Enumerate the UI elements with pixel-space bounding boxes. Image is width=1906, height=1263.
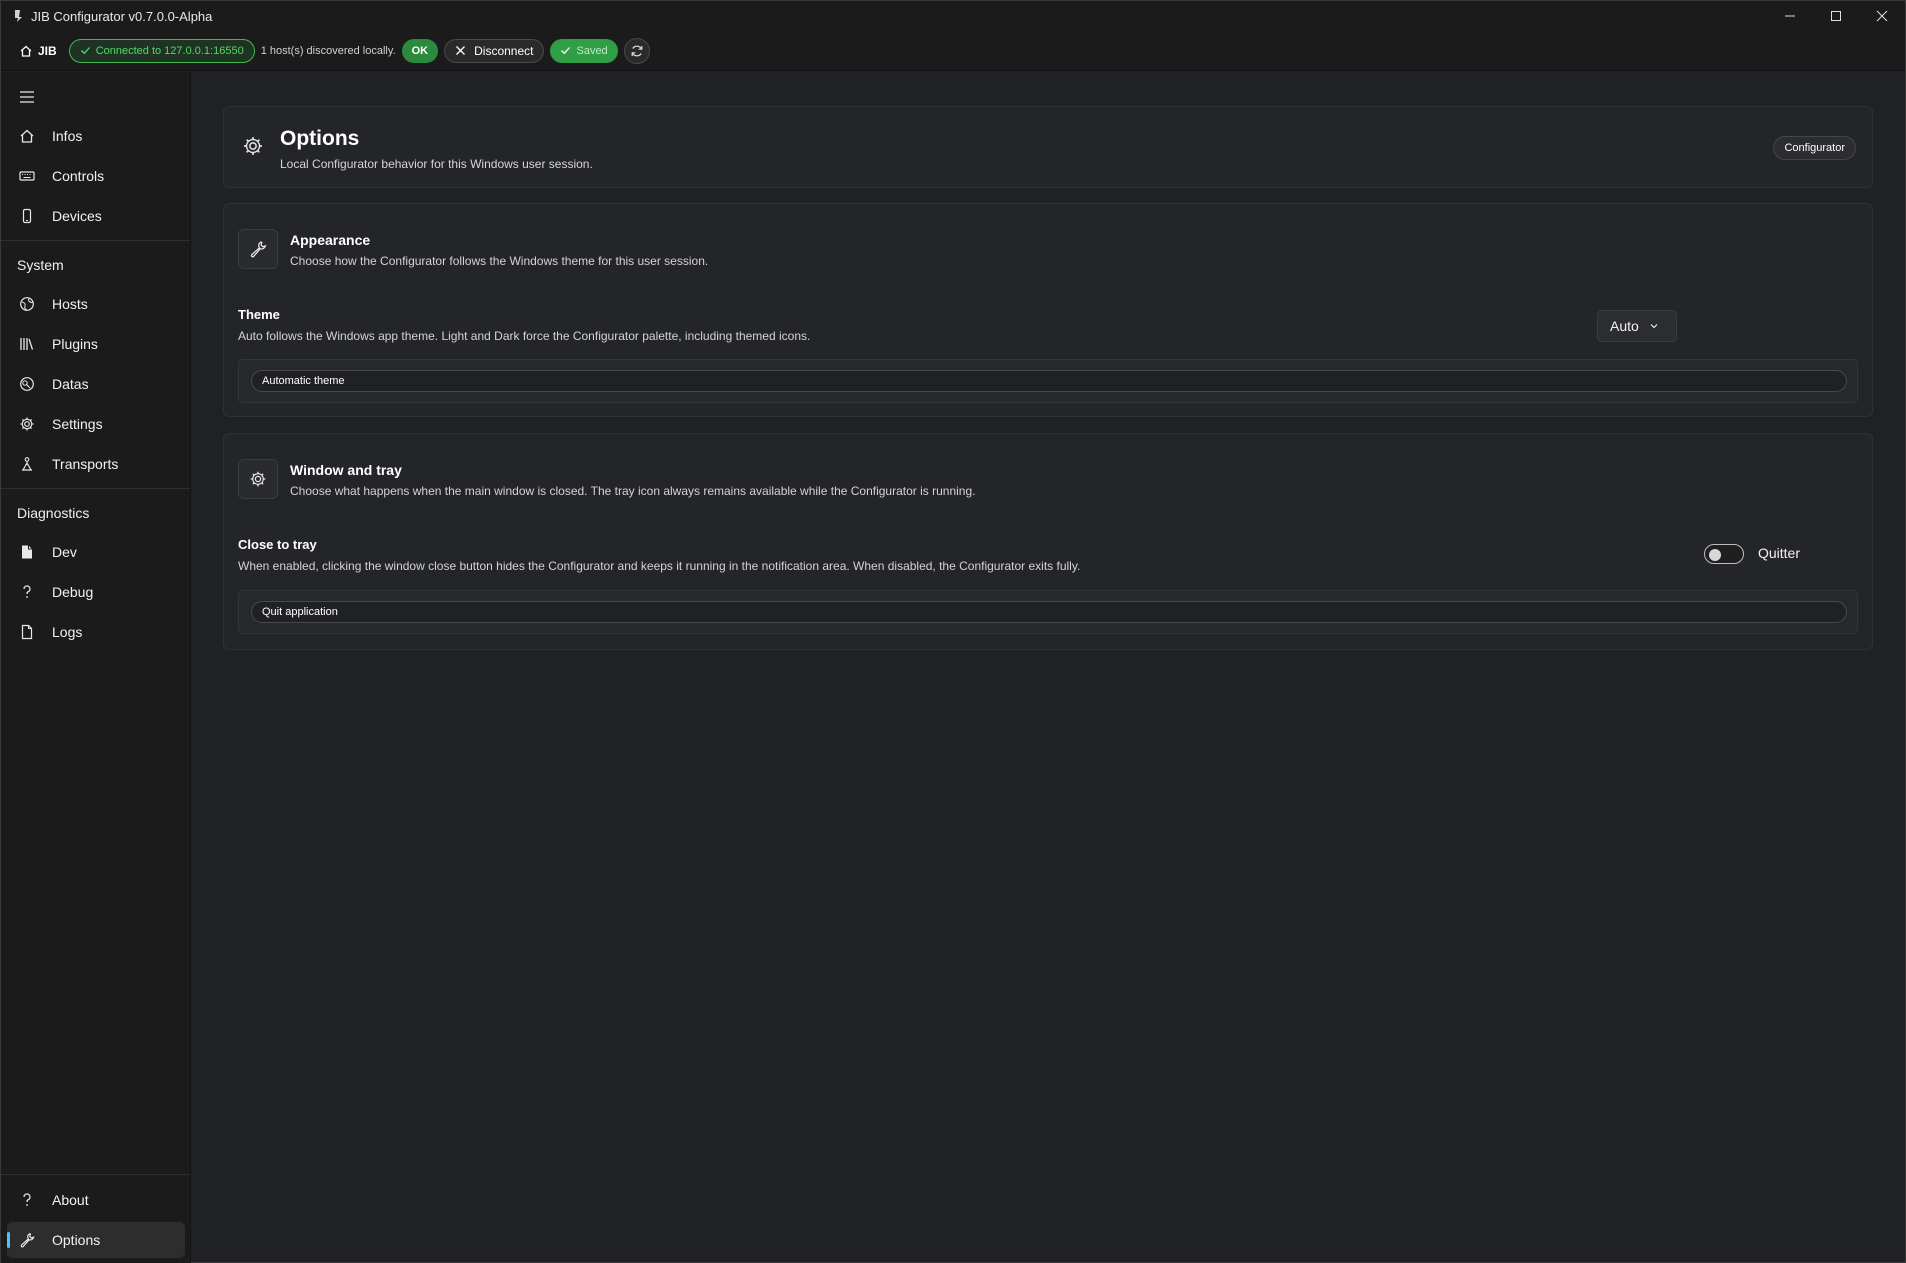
sidebar-item-hosts[interactable]: Hosts <box>7 286 185 322</box>
close-to-tray-title: Close to tray <box>238 537 317 552</box>
configurator-scope-button[interactable]: Configurator <box>1773 136 1856 160</box>
chevron-down-icon <box>1650 324 1658 329</box>
window-controls <box>1767 1 1905 31</box>
globe-icon <box>18 295 36 313</box>
app-window: JIB Configurator v0.7.0.0-Alpha JIB Conn… <box>0 0 1906 1263</box>
appearance-subtitle: Choose how the Configurator follows the … <box>290 254 709 268</box>
sidebar-item-settings[interactable]: Settings <box>7 406 185 442</box>
close-to-tray-toggle[interactable] <box>1704 544 1744 564</box>
document-icon <box>18 543 36 561</box>
maximize-button[interactable] <box>1813 1 1859 31</box>
phone-icon <box>18 207 36 225</box>
sidebar-item-controls[interactable]: Controls <box>7 158 185 194</box>
question-icon <box>18 583 36 601</box>
sidebar-item-transports[interactable]: Transports <box>7 446 185 482</box>
window-title: JIB Configurator v0.7.0.0-Alpha <box>31 8 213 24</box>
home-icon <box>18 127 36 145</box>
close-button[interactable] <box>1859 1 1905 31</box>
sidebar-item-logs[interactable]: Logs <box>7 614 185 650</box>
sidebar-item-options[interactable]: Options <box>7 1222 185 1258</box>
saved-badge: Saved <box>550 38 618 63</box>
window-tray-subtitle: Choose what happens when the main window… <box>290 484 976 498</box>
page-title: Options <box>280 127 360 150</box>
sidebar-item-about[interactable]: About <box>7 1182 185 1218</box>
main-content: Options Local Configurator behavior for … <box>192 72 1905 1262</box>
sidebar-section-system: System <box>17 257 64 273</box>
question-icon <box>18 1191 36 1209</box>
home-label: JIB <box>38 43 57 58</box>
tray-status-text: Quit application <box>251 601 1847 623</box>
theme-status-text: Automatic theme <box>251 370 1847 392</box>
gear-icon <box>238 459 278 499</box>
toggle-knob <box>1709 549 1721 561</box>
discovery-status: 1 host(s) discovered locally. <box>260 44 396 57</box>
minimize-icon <box>1785 15 1795 17</box>
gear-icon <box>240 133 266 159</box>
x-icon <box>456 46 466 55</box>
title-bar: JIB Configurator v0.7.0.0-Alpha <box>1 1 1905 31</box>
theme-dropdown[interactable]: Auto <box>1597 310 1677 342</box>
hamburger-menu-icon[interactable] <box>19 90 35 104</box>
connection-label: Connected to 127.0.0.1:16550 <box>95 44 244 57</box>
wrench-icon <box>18 1231 36 1249</box>
appearance-title: Appearance <box>290 232 371 248</box>
refresh-button[interactable] <box>623 37 650 64</box>
check-icon <box>80 47 90 55</box>
page-header-card: Options Local Configurator behavior for … <box>223 106 1873 188</box>
minimize-button[interactable] <box>1767 1 1813 31</box>
home-icon <box>20 45 32 57</box>
theme-setting-description: Auto follows the Windows app theme. Ligh… <box>238 329 811 343</box>
database-icon <box>18 375 36 393</box>
home-button[interactable]: JIB <box>19 44 57 58</box>
theme-dropdown-value: Auto <box>1610 318 1639 334</box>
saved-label: Saved <box>576 44 608 57</box>
connection-toolbar: JIB Connected to 127.0.0.1:16550 1 host(… <box>1 31 1905 71</box>
sidebar-section-diagnostics: Diagnostics <box>17 505 90 521</box>
ok-label: OK <box>411 44 429 57</box>
app-logo-icon <box>15 10 22 22</box>
connection-status-badge[interactable]: Connected to 127.0.0.1:16550 <box>68 38 255 63</box>
wrench-icon <box>238 229 278 269</box>
tray-status-box: Quit application <box>238 590 1858 634</box>
window-tray-section: Window and tray Choose what happens when… <box>223 433 1873 650</box>
navigation-sidebar: Infos Controls Devices System Hosts Plug… <box>1 72 191 1263</box>
sidebar-divider <box>1 1174 190 1175</box>
sidebar-item-debug[interactable]: Debug <box>7 574 185 610</box>
disconnect-button[interactable]: Disconnect <box>444 38 545 63</box>
page-icon <box>18 623 36 641</box>
sidebar-item-datas[interactable]: Datas <box>7 366 185 402</box>
sidebar-item-plugins[interactable]: Plugins <box>7 326 185 362</box>
appearance-section: Appearance Choose how the Configurator f… <box>223 203 1873 417</box>
theme-status-box: Automatic theme <box>238 359 1858 403</box>
sidebar-item-infos[interactable]: Infos <box>7 118 185 154</box>
sidebar-item-devices[interactable]: Devices <box>7 198 185 234</box>
sidebar-item-dev[interactable]: Dev <box>7 534 185 570</box>
gear-icon <box>18 415 36 433</box>
page-subtitle: Local Configurator behavior for this Win… <box>280 157 593 171</box>
ok-button[interactable]: OK <box>401 38 439 63</box>
check-icon <box>561 47 571 55</box>
library-icon <box>18 335 36 353</box>
keyboard-icon <box>18 167 36 185</box>
theme-setting-title: Theme <box>238 307 280 322</box>
maximize-icon <box>1831 11 1841 21</box>
disconnect-label: Disconnect <box>474 43 534 58</box>
sidebar-divider <box>1 488 190 489</box>
close-icon <box>1876 10 1888 22</box>
window-tray-title: Window and tray <box>290 462 402 478</box>
close-to-tray-toggle-label: Quitter <box>1757 545 1800 561</box>
close-to-tray-description: When enabled, clicking the window close … <box>238 559 1081 573</box>
sidebar-divider <box>1 240 190 241</box>
person-icon <box>18 455 36 473</box>
refresh-icon <box>631 45 643 56</box>
